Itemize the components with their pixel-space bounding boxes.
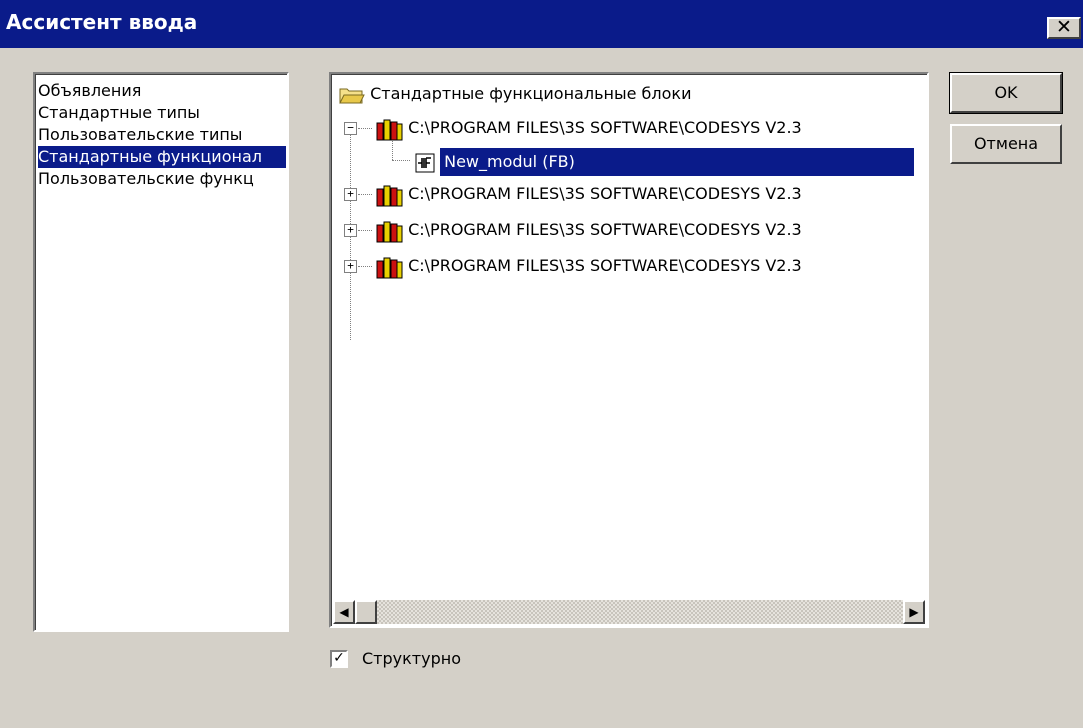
function-block-icon xyxy=(415,153,435,172)
library-books-icon xyxy=(376,221,403,242)
tree-node-library-1[interactable]: C:\PROGRAM FILES\3S SOFTWARE\CODESYS V2.… xyxy=(375,114,802,142)
category-item-standard-types[interactable]: Стандартные типы xyxy=(38,102,286,124)
tree-line xyxy=(358,128,372,129)
tree-node-library-4[interactable]: C:\PROGRAM FILES\3S SOFTWARE\CODESYS V2.… xyxy=(375,252,802,280)
scroll-track[interactable] xyxy=(377,600,903,624)
expand-icon[interactable]: + xyxy=(344,224,357,237)
tree-node-new-modul[interactable]: New_modul (FB) xyxy=(415,148,915,176)
category-item-user-types[interactable]: Пользовательские типы xyxy=(38,124,286,146)
arrow-left-icon: ◀ xyxy=(339,605,349,619)
tree-root[interactable]: Стандартные функциональные блоки xyxy=(339,80,691,108)
close-button[interactable]: ✕ xyxy=(1047,17,1081,39)
tree-node-label: C:\PROGRAM FILES\3S SOFTWARE\CODESYS V2.… xyxy=(408,220,802,239)
category-item-user-function-blocks[interactable]: Пользовательские функц xyxy=(38,168,286,190)
category-item-standard-function-blocks[interactable]: Стандартные функционал xyxy=(38,146,286,168)
library-books-icon xyxy=(376,185,403,206)
structured-label[interactable]: Структурно xyxy=(362,649,461,668)
window-title: Ассистент ввода xyxy=(6,10,198,34)
category-item-declarations[interactable]: Объявления xyxy=(38,80,286,102)
tree-line xyxy=(392,160,410,161)
scroll-left-button[interactable]: ◀ xyxy=(333,600,355,624)
scroll-right-button[interactable]: ▶ xyxy=(903,600,925,624)
checkmark-icon: ✓ xyxy=(333,650,345,666)
tree-root-label: Стандартные функциональные блоки xyxy=(370,84,692,103)
tree-node-library-3[interactable]: C:\PROGRAM FILES\3S SOFTWARE\CODESYS V2.… xyxy=(375,216,802,244)
close-icon: ✕ xyxy=(1056,16,1072,38)
tree-node-library-2[interactable]: C:\PROGRAM FILES\3S SOFTWARE\CODESYS V2.… xyxy=(375,180,802,208)
tree-node-label: C:\PROGRAM FILES\3S SOFTWARE\CODESYS V2.… xyxy=(408,118,802,137)
collapse-icon[interactable]: − xyxy=(344,122,357,135)
title-bar: Ассистент ввода ✕ xyxy=(0,0,1083,48)
tree-node-label: New_modul (FB) xyxy=(440,148,915,176)
horizontal-scrollbar[interactable]: ◀ ▶ xyxy=(333,600,925,624)
expand-icon[interactable]: + xyxy=(344,188,357,201)
tree-line xyxy=(358,230,372,231)
ok-button[interactable]: OK xyxy=(949,72,1063,114)
cancel-button[interactable]: Отмена xyxy=(950,124,1062,164)
structured-checkbox[interactable]: ✓ xyxy=(330,650,348,668)
tree-line xyxy=(358,266,372,267)
expand-icon[interactable]: + xyxy=(344,260,357,273)
tree-node-label: C:\PROGRAM FILES\3S SOFTWARE\CODESYS V2.… xyxy=(408,256,802,275)
library-books-icon xyxy=(376,119,403,140)
folder-open-icon xyxy=(339,88,365,103)
function-block-tree[interactable]: Стандартные функциональные блоки − C:\PR… xyxy=(329,72,929,628)
library-books-icon xyxy=(376,257,403,278)
scroll-thumb[interactable] xyxy=(355,600,377,624)
arrow-right-icon: ▶ xyxy=(909,605,919,619)
tree-node-label: C:\PROGRAM FILES\3S SOFTWARE\CODESYS V2.… xyxy=(408,184,802,203)
tree-line xyxy=(358,194,372,195)
category-list[interactable]: Объявления Стандартные типы Пользователь… xyxy=(33,72,289,632)
